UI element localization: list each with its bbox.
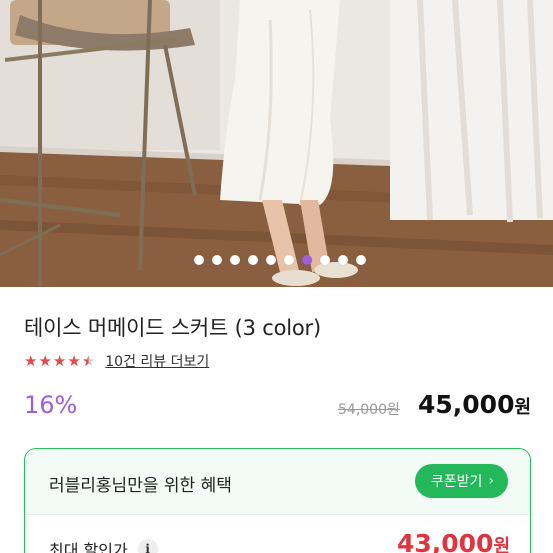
- pagination-dot[interactable]: [211, 255, 222, 265]
- pagination-dot[interactable]: [265, 255, 276, 265]
- chevron-right-icon: ›: [488, 473, 494, 489]
- coupon-button-label: 쿠폰받기: [430, 474, 483, 490]
- member-benefit-card: 러블리홍님만을 위한 혜택 쿠폰받기 › 최대 할인가 i 43,000원: [24, 448, 531, 553]
- sale-price: 45,000원: [418, 390, 531, 419]
- pagination-dot[interactable]: [355, 255, 366, 265]
- info-icon[interactable]: i: [137, 539, 158, 553]
- max-discount-row: 최대 할인가 i: [49, 537, 158, 553]
- discount-rate: 16%: [24, 391, 78, 419]
- review-more-link[interactable]: 10건 리뷰 더보기: [105, 351, 209, 371]
- max-discount-currency: 원: [493, 536, 510, 553]
- benefit-card-header: 러블리홍님만을 위한 혜택 쿠폰받기 ›: [25, 449, 530, 515]
- pagination-dot[interactable]: [319, 255, 330, 265]
- star-icon: ★: [67, 352, 81, 370]
- image-pagination-dots[interactable]: [0, 255, 553, 265]
- half-star-icon: ★: [81, 352, 96, 370]
- pagination-dot[interactable]: [247, 255, 258, 265]
- max-discount-price-value: 43,000: [396, 529, 494, 553]
- pagination-dot[interactable]: [283, 255, 294, 265]
- product-photo: [0, 0, 553, 287]
- pagination-dot[interactable]: [229, 255, 240, 265]
- get-coupon-button[interactable]: 쿠폰받기 ›: [414, 464, 508, 498]
- original-price: 54,000원: [338, 402, 400, 418]
- max-discount-price: 43,000원: [397, 529, 510, 553]
- sale-price-value: 45,000: [418, 390, 515, 419]
- product-title: 테이스 머메이드 스커트 (3 color): [24, 316, 321, 340]
- benefit-title: 러블리홍님만을 위한 혜택: [49, 476, 232, 496]
- pagination-dot-active[interactable]: [301, 255, 312, 265]
- pagination-dot[interactable]: [193, 255, 204, 265]
- sale-price-currency: 원: [514, 397, 532, 418]
- star-icon: ★: [38, 352, 52, 370]
- star-rating: ★ ★ ★ ★ ★: [24, 353, 95, 369]
- pagination-dot[interactable]: [337, 255, 348, 265]
- star-icon: ★: [24, 352, 38, 370]
- max-discount-label: 최대 할인가: [49, 541, 128, 553]
- rating-row: ★ ★ ★ ★ ★ 10건 리뷰 더보기: [24, 351, 209, 371]
- product-image[interactable]: [0, 0, 553, 287]
- star-icon: ★: [52, 352, 67, 370]
